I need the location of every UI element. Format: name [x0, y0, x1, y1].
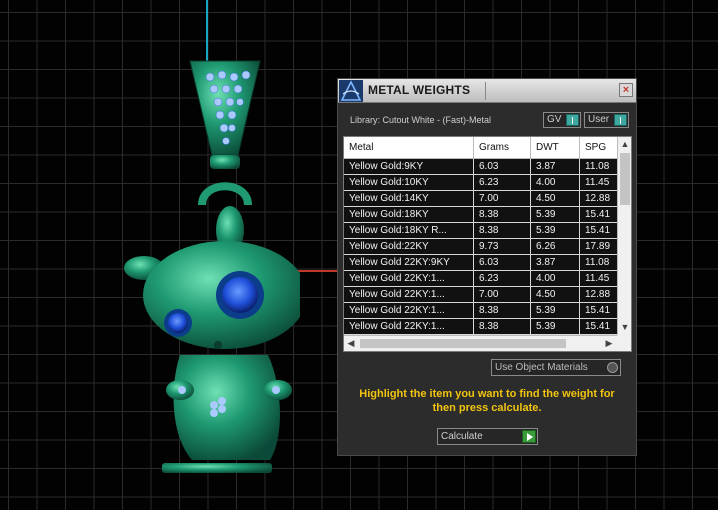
radio-icon[interactable] — [607, 362, 618, 373]
use-object-materials-label: Use Object Materials — [495, 362, 588, 373]
cell-spg: 11.45 — [580, 271, 620, 286]
panel-title: METAL WEIGHTS — [368, 83, 471, 97]
title-separator — [485, 82, 486, 100]
cell-spg: 15.41 — [580, 319, 620, 334]
cell-dwt: 3.87 — [531, 255, 580, 270]
cell-grams: 8.38 — [474, 207, 531, 222]
cell-dwt: 5.39 — [531, 319, 580, 334]
cell-spg: 11.45 — [580, 175, 620, 190]
cell-grams: 6.23 — [474, 175, 531, 190]
cell-metal: Yellow Gold 22KY:1... — [344, 271, 474, 286]
cell-dwt: 4.00 — [531, 175, 580, 190]
table-row[interactable]: Yellow Gold:18KY R... 8.38 5.39 15.41 — [344, 223, 620, 239]
cell-metal: Yellow Gold:18KY — [344, 207, 474, 222]
scroll-left-icon[interactable]: ◀ — [344, 336, 358, 351]
cell-metal: Yellow Gold 22KY:1... — [344, 319, 474, 334]
use-object-materials-option[interactable]: Use Object Materials — [491, 359, 621, 376]
cell-dwt: 4.50 — [531, 191, 580, 206]
cell-dwt: 5.39 — [531, 303, 580, 318]
cell-grams: 6.03 — [474, 255, 531, 270]
cell-spg: 12.88 — [580, 287, 620, 302]
calculate-button[interactable]: Calculate — [437, 428, 538, 445]
cell-metal: Yellow Gold:22KY — [344, 239, 474, 254]
cell-grams: 7.00 — [474, 287, 531, 302]
gv-toggle[interactable]: GV — [543, 112, 581, 128]
gv-toggle-label: GV — [547, 114, 562, 125]
table-row[interactable]: Yellow Gold 22KY:1... 8.38 5.39 15.41 — [344, 319, 620, 335]
cell-spg: 17.89 — [580, 239, 620, 254]
calculate-label: Calculate — [441, 431, 483, 442]
vertical-scrollbar[interactable]: ▲ ▼ — [617, 137, 631, 335]
table-row[interactable]: Yellow Gold 22KY:9KY 6.03 3.87 11.08 — [344, 255, 620, 271]
cell-spg: 15.41 — [580, 303, 620, 318]
cell-dwt: 6.26 — [531, 239, 580, 254]
table-row[interactable]: Yellow Gold:18KY 8.38 5.39 15.41 — [344, 207, 620, 223]
table-row[interactable]: Yellow Gold:14KY 7.00 4.50 12.88 — [344, 191, 620, 207]
column-header-spg[interactable]: SPG — [580, 137, 620, 159]
cell-dwt: 5.39 — [531, 207, 580, 222]
toggle-switch-icon — [566, 114, 579, 126]
instruction-text: Highlight the item you want to find the … — [359, 388, 615, 414]
cell-metal: Yellow Gold 22KY:1... — [344, 303, 474, 318]
table-row[interactable]: Yellow Gold:10KY 6.23 4.00 11.45 — [344, 175, 620, 191]
column-header-grams[interactable]: Grams — [474, 137, 531, 159]
metal-weights-panel: METAL WEIGHTS × Library: Cutout White - … — [337, 78, 637, 456]
cell-grams: 6.03 — [474, 159, 531, 174]
cell-metal: Yellow Gold 22KY:1... — [344, 287, 474, 302]
cell-spg: 15.41 — [580, 207, 620, 222]
cell-spg: 12.88 — [580, 191, 620, 206]
cell-grams: 8.38 — [474, 303, 531, 318]
table-row[interactable]: Yellow Gold 22KY:1... 7.00 4.50 12.88 — [344, 287, 620, 303]
horizontal-scroll-thumb[interactable] — [360, 339, 566, 348]
cell-spg: 11.08 — [580, 255, 620, 270]
scroll-up-icon[interactable]: ▲ — [618, 137, 631, 151]
table-row[interactable]: Yellow Gold 22KY:1... 8.38 5.39 15.41 — [344, 303, 620, 319]
table-body: Yellow Gold:9KY 6.03 3.87 11.08 Yellow Gold:… — [344, 159, 620, 335]
cell-metal: Yellow Gold:18KY R... — [344, 223, 474, 238]
cell-spg: 11.08 — [580, 159, 620, 174]
cell-grams: 8.38 — [474, 223, 531, 238]
table-row[interactable]: Yellow Gold:22KY 9.73 6.26 17.89 — [344, 239, 620, 255]
table-header: Metal Grams DWT SPG — [344, 137, 620, 159]
user-toggle[interactable]: User — [584, 112, 629, 128]
cell-metal: Yellow Gold:10KY — [344, 175, 474, 190]
scroll-down-icon[interactable]: ▼ — [618, 320, 631, 334]
metal-table: Metal Grams DWT SPG Yellow Gold:9KY 6.03 3… — [343, 136, 632, 352]
library-label: Library: Cutout White - (Fast)-Metal — [350, 115, 492, 125]
cell-dwt: 4.50 — [531, 287, 580, 302]
pendant-model[interactable] — [110, 55, 300, 485]
cell-grams: 6.23 — [474, 271, 531, 286]
scroll-corner — [617, 335, 631, 351]
close-icon[interactable]: × — [619, 83, 633, 97]
table-row[interactable]: Yellow Gold:9KY 6.03 3.87 11.08 — [344, 159, 620, 175]
user-toggle-label: User — [588, 114, 610, 125]
cell-dwt: 3.87 — [531, 159, 580, 174]
cell-metal: Yellow Gold 22KY:9KY — [344, 255, 474, 270]
column-header-metal[interactable]: Metal — [344, 137, 474, 159]
cell-metal: Yellow Gold:9KY — [344, 159, 474, 174]
scroll-right-icon[interactable]: ▶ — [602, 336, 616, 351]
app-logo-icon — [339, 80, 363, 102]
play-arrow-icon — [522, 430, 536, 443]
cell-grams: 9.73 — [474, 239, 531, 254]
table-row[interactable]: Yellow Gold 22KY:1... 6.23 4.00 11.45 — [344, 271, 620, 287]
z-axis-line — [206, 0, 208, 62]
toggle-switch-icon — [614, 114, 627, 126]
cell-dwt: 5.39 — [531, 223, 580, 238]
cell-grams: 8.38 — [474, 319, 531, 334]
cell-metal: Yellow Gold:14KY — [344, 191, 474, 206]
cell-grams: 7.00 — [474, 191, 531, 206]
horizontal-scrollbar[interactable]: ◀ ▶ — [344, 335, 631, 351]
column-header-dwt[interactable]: DWT — [531, 137, 580, 159]
cell-dwt: 4.00 — [531, 271, 580, 286]
cell-spg: 15.41 — [580, 223, 620, 238]
vertical-scroll-thumb[interactable] — [620, 153, 630, 205]
title-bar[interactable]: METAL WEIGHTS × — [338, 79, 636, 103]
